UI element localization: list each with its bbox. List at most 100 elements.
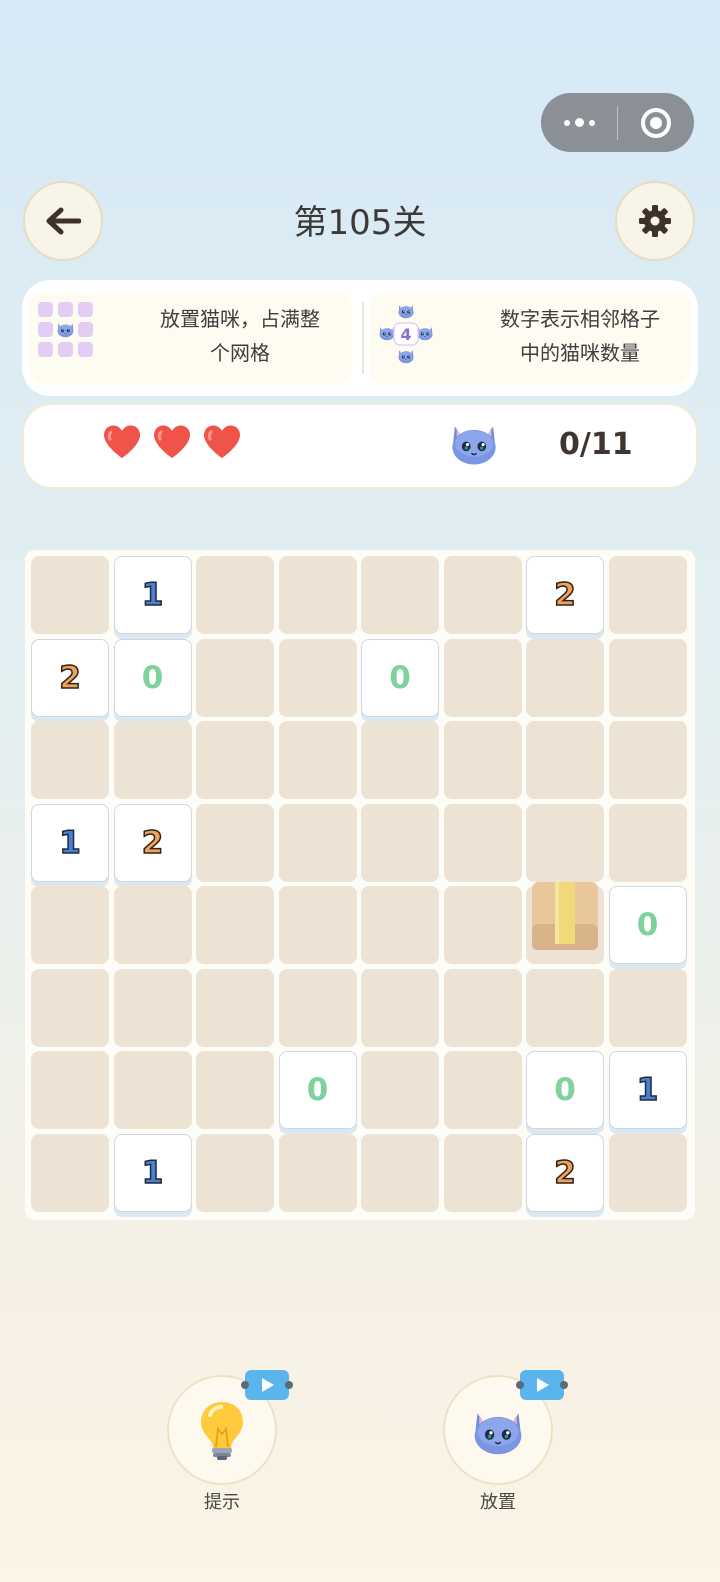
- grid-cell[interactable]: [443, 803, 522, 882]
- clue-cell[interactable]: 1: [113, 1133, 192, 1212]
- clue-number: 0: [636, 907, 659, 943]
- clue-cell[interactable]: 1: [31, 803, 109, 882]
- cardboard-box-icon: [532, 882, 598, 950]
- grid-cell[interactable]: [278, 638, 357, 717]
- grid-cell[interactable]: [608, 721, 687, 799]
- grid-cell[interactable]: [278, 1133, 357, 1212]
- grid-cell[interactable]: [196, 721, 274, 799]
- video-play-icon: [241, 1370, 293, 1400]
- clue-number: 2: [58, 659, 81, 697]
- status-bar: 0/11: [22, 403, 698, 489]
- grid-cell[interactable]: [196, 968, 274, 1047]
- grid-cell[interactable]: [608, 556, 687, 634]
- grid-cell[interactable]: [443, 556, 522, 634]
- rule-text-line: 个网格: [210, 341, 270, 365]
- grid-cell[interactable]: [361, 886, 439, 964]
- clue-number: 1: [141, 576, 164, 614]
- gear-icon: [639, 205, 671, 237]
- cat-count: 0/11: [559, 427, 633, 462]
- settings-button[interactable]: [615, 181, 695, 261]
- clue-cell[interactable]: 0: [361, 638, 439, 717]
- grid-cell[interactable]: [526, 721, 604, 799]
- clue-cell[interactable]: 2: [31, 638, 109, 717]
- grid-cell[interactable]: [278, 556, 357, 634]
- mini-program-capsule: [541, 93, 694, 152]
- grid-cell[interactable]: [361, 1051, 439, 1129]
- grid-cell[interactable]: [443, 721, 522, 799]
- clue-cell[interactable]: 2: [113, 803, 192, 882]
- grid-cell[interactable]: [361, 803, 439, 882]
- clue-number: 2: [141, 824, 164, 862]
- grid-cell[interactable]: [278, 968, 357, 1047]
- grid-cell[interactable]: [608, 638, 687, 717]
- clue-number: 0: [306, 1072, 329, 1108]
- hint-label: 提示: [204, 1492, 240, 1513]
- grid-cell[interactable]: [113, 886, 192, 964]
- rule-text-line: 放置猫咪，占满整: [160, 307, 320, 331]
- target-circle-icon[interactable]: [618, 107, 694, 138]
- grid-cell[interactable]: [361, 721, 439, 799]
- clue-cell[interactable]: 2: [526, 1133, 604, 1212]
- clue-cell[interactable]: 0: [608, 886, 687, 964]
- clue-number: 2: [553, 1154, 576, 1192]
- grid-cell[interactable]: [361, 1133, 439, 1212]
- rule-text-fill: 放置猫咪，占满整 个网格: [130, 302, 350, 370]
- rule-card-fill: 放置猫咪，占满整 个网格: [30, 292, 352, 384]
- clue-number: 1: [141, 1154, 164, 1192]
- grid-cell[interactable]: [278, 721, 357, 799]
- clue-cell[interactable]: 1: [608, 1051, 687, 1129]
- grid-cell[interactable]: [196, 1051, 274, 1129]
- grid-cell[interactable]: [196, 803, 274, 882]
- clue-cell[interactable]: 0: [526, 1051, 604, 1129]
- heart-icon: [102, 424, 142, 460]
- grid-cell[interactable]: [361, 968, 439, 1047]
- grid-cell[interactable]: [443, 638, 522, 717]
- grid-cell[interactable]: [31, 556, 109, 634]
- page-title: 第105关: [293, 203, 427, 243]
- grid-cell[interactable]: [443, 1051, 522, 1129]
- grid-cell[interactable]: [526, 803, 604, 882]
- grid-cell[interactable]: [31, 1133, 109, 1212]
- cat-face-icon: [451, 425, 497, 466]
- cat-adjacent-number-icon: 4: [379, 304, 433, 364]
- video-play-icon: [516, 1370, 568, 1400]
- grid-cell[interactable]: [526, 638, 604, 717]
- grid-cell[interactable]: [608, 1133, 687, 1212]
- grid-cell[interactable]: [196, 556, 274, 634]
- grid-cell[interactable]: [31, 968, 109, 1047]
- clue-number: 1: [636, 1071, 659, 1109]
- grid-cell[interactable]: [278, 803, 357, 882]
- clue-number: 0: [554, 1072, 576, 1108]
- cat-face-icon: [473, 1412, 523, 1456]
- more-dots-icon[interactable]: [541, 93, 617, 152]
- grid-cell[interactable]: [443, 1133, 522, 1212]
- grid-cell[interactable]: [113, 1051, 192, 1129]
- grid-cell[interactable]: [113, 968, 192, 1047]
- lives: [102, 423, 242, 461]
- game-board: 1 2 2 0 0 1 2 0 0 0 1 1 2: [25, 550, 695, 1220]
- rule-text-number: 数字表示相邻格子 中的猫咪数量: [470, 302, 690, 370]
- grid-cell[interactable]: [31, 721, 109, 799]
- clue-cell[interactable]: 0: [113, 638, 192, 717]
- grid-cell[interactable]: [196, 638, 274, 717]
- grid-cell[interactable]: [196, 886, 274, 964]
- rules-divider: [362, 302, 364, 374]
- grid-cell[interactable]: [526, 968, 604, 1047]
- clue-cell[interactable]: 1: [113, 556, 192, 634]
- grid-cell[interactable]: [31, 1051, 109, 1129]
- grid-cell[interactable]: [196, 1133, 274, 1212]
- clue-number: 0: [389, 659, 411, 696]
- grid-cell[interactable]: [361, 556, 439, 634]
- grid-cell[interactable]: [608, 968, 687, 1047]
- grid-cell[interactable]: [443, 886, 522, 964]
- clue-cell[interactable]: 0: [278, 1051, 357, 1129]
- grid-cell[interactable]: [443, 968, 522, 1047]
- rules-panel: 放置猫咪，占满整 个网格 4 数字表示相邻格子 中的猫咪数量: [22, 280, 698, 396]
- grid-cell[interactable]: [608, 803, 687, 882]
- grid-cell[interactable]: [278, 886, 357, 964]
- heart-icon: [152, 424, 192, 460]
- clue-cell[interactable]: 2: [526, 556, 604, 634]
- grid-cell[interactable]: [31, 886, 109, 964]
- grid-cell[interactable]: [113, 721, 192, 799]
- lightbulb-icon: [201, 1402, 243, 1460]
